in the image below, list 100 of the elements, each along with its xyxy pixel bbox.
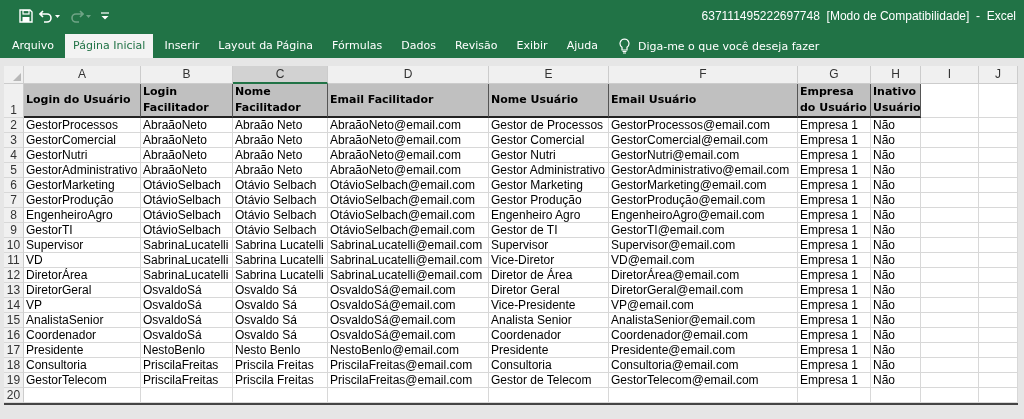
column-header[interactable]: E	[489, 66, 609, 84]
ribbon-tab[interactable]: Ajuda	[558, 34, 606, 58]
empty-cell	[979, 388, 1018, 403]
table-cell: OsvaldoSá@email.com	[328, 328, 489, 343]
ribbon-tab[interactable]: Revisão	[446, 34, 506, 58]
ribbon-tab[interactable]: Exibir	[508, 34, 556, 58]
column-heading: Login Facilitador	[141, 84, 233, 118]
row-header[interactable]: 17	[4, 343, 24, 358]
row-header[interactable]: 14	[4, 298, 24, 313]
table-cell: VP@email.com	[609, 298, 798, 313]
table-cell: NestoBenlo@email.com	[328, 343, 489, 358]
row-header[interactable]: 1	[4, 84, 24, 118]
column-heading: Login do Usuário	[24, 84, 141, 118]
table-cell: DiretorGeral@email.com	[609, 283, 798, 298]
undo-icon[interactable]	[39, 9, 53, 23]
empty-cell	[921, 253, 979, 268]
row-header[interactable]: 19	[4, 373, 24, 388]
table-cell: Presidente@email.com	[609, 343, 798, 358]
row-header[interactable]: 15	[4, 313, 24, 328]
empty-cell	[921, 133, 979, 148]
row-header[interactable]: 8	[4, 208, 24, 223]
empty-cell	[921, 343, 979, 358]
table-cell: Sabrina Lucatelli	[233, 268, 328, 283]
row-header[interactable]: 7	[4, 193, 24, 208]
empty-cell	[979, 238, 1018, 253]
table-cell: OsvaldoSá	[141, 328, 233, 343]
table-cell: AbraãoNeto	[141, 148, 233, 163]
column-header[interactable]: G	[798, 66, 871, 84]
table-cell: AbraãoNeto@email.com	[328, 163, 489, 178]
row-header[interactable]: 10	[4, 238, 24, 253]
caret-icon[interactable]	[55, 14, 60, 18]
table-cell: Coordenador	[489, 328, 609, 343]
ribbon-tab[interactable]: Inserir	[156, 34, 208, 58]
row-header[interactable]: 16	[4, 328, 24, 343]
table-cell: Gestor Comercial	[489, 133, 609, 148]
empty-cell	[979, 373, 1018, 388]
row-header[interactable]: 9	[4, 223, 24, 238]
table-cell: Empresa 1	[798, 328, 871, 343]
table-cell: DiretorÁrea	[24, 268, 141, 283]
empty-cell	[979, 358, 1018, 373]
table-cell: GestorComercial	[24, 133, 141, 148]
empty-cell	[979, 253, 1018, 268]
row-header[interactable]: 6	[4, 178, 24, 193]
empty-cell	[921, 283, 979, 298]
table-cell: AbraãoNeto@email.com	[328, 118, 489, 133]
table-cell: VD	[24, 253, 141, 268]
table-cell: Empresa 1	[798, 133, 871, 148]
empty-cell	[979, 313, 1018, 328]
table-cell: Nesto Benlo	[233, 343, 328, 358]
save-icon[interactable]	[19, 9, 33, 23]
ribbon-tab[interactable]: Arquivo	[4, 34, 63, 58]
ribbon-tab[interactable]: Fórmulas	[324, 34, 391, 58]
table-cell: Não	[871, 208, 921, 223]
empty-cell	[979, 208, 1018, 223]
empty-cell	[921, 223, 979, 238]
row-header[interactable]: 11	[4, 253, 24, 268]
table-cell: Empresa 1	[798, 118, 871, 133]
customize-toolbar-icon[interactable]	[101, 12, 109, 20]
table-cell: GestorAdministrativo	[24, 163, 141, 178]
table-cell: Osvaldo Sá	[233, 283, 328, 298]
row-header[interactable]: 20	[4, 388, 24, 403]
row-header[interactable]: 4	[4, 148, 24, 163]
row-header[interactable]: 18	[4, 358, 24, 373]
empty-cell	[921, 193, 979, 208]
table-cell: Analista Senior	[489, 313, 609, 328]
table-cell: Coordenador	[24, 328, 141, 343]
table-cell: Abraão Neto	[233, 133, 328, 148]
column-header[interactable]: I	[921, 66, 979, 84]
table-cell: Empresa 1	[798, 238, 871, 253]
column-header[interactable]: C	[233, 66, 328, 84]
row-header[interactable]: 3	[4, 133, 24, 148]
row-header[interactable]: 2	[4, 118, 24, 133]
ribbon-tab[interactable]: Página Inicial	[65, 34, 154, 58]
table-cell: GestorProdução	[24, 193, 141, 208]
table-cell: Empresa 1	[798, 208, 871, 223]
empty-cell	[921, 373, 979, 388]
row-header[interactable]: 5	[4, 163, 24, 178]
empty-cell	[979, 283, 1018, 298]
column-header[interactable]: A	[24, 66, 141, 84]
row-header[interactable]: 12	[4, 268, 24, 283]
table-cell: Não	[871, 298, 921, 313]
empty-cell	[921, 268, 979, 283]
column-header[interactable]: B	[141, 66, 233, 84]
table-cell: OsvaldoSá	[141, 313, 233, 328]
ribbon-tab[interactable]: Layout da Página	[210, 34, 321, 58]
table-cell: AbraãoNeto	[141, 118, 233, 133]
tell-me-field[interactable]: Diga-me o que você deseja fazer	[618, 34, 820, 58]
table-cell: Empresa 1	[798, 358, 871, 373]
row-header[interactable]: 13	[4, 283, 24, 298]
ribbon-tab[interactable]: Dados	[393, 34, 444, 58]
empty-cell	[921, 208, 979, 223]
table-cell: GestorNutri@email.com	[609, 148, 798, 163]
column-header[interactable]: F	[609, 66, 798, 84]
table-cell: Gestor Produção	[489, 193, 609, 208]
table-cell: OtávioSelbach@email.com	[328, 208, 489, 223]
table-cell: PriscilaFreitas	[141, 358, 233, 373]
column-header[interactable]: H	[871, 66, 921, 84]
window-title: 637111495222697748 [Modo de Compatibilidade] - Excel	[701, 9, 1016, 23]
column-header[interactable]: J	[979, 66, 1018, 84]
column-header[interactable]: D	[328, 66, 489, 84]
